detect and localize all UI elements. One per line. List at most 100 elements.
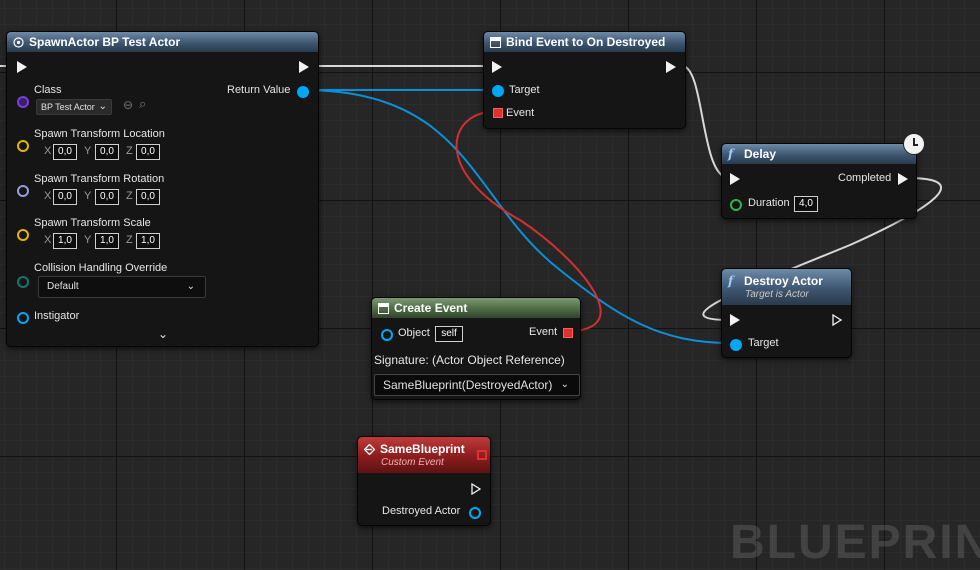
create-event-output-pin[interactable]	[563, 328, 573, 338]
custom-event-delegate-pin[interactable]	[477, 450, 487, 460]
rotation-x-axis: X	[44, 190, 52, 202]
location-y-axis: Y	[84, 145, 92, 157]
destroy-actor-subtitle: Target is Actor	[745, 289, 809, 300]
rotation-y-field[interactable]: 0,0	[95, 189, 119, 205]
function-dropdown[interactable]: SameBlueprint(DestroyedActor) ⌄	[374, 374, 580, 396]
signature-label: Signature: (Actor Object Reference)	[374, 353, 565, 367]
delay-exec-in-pin[interactable]	[730, 173, 740, 185]
custom-event-icon	[363, 443, 376, 455]
rotation-z-axis: Z	[126, 190, 133, 202]
destroy-exec-out-pin[interactable]	[832, 314, 843, 326]
bind-exec-out-pin[interactable]	[666, 61, 676, 73]
rotation-label: Spawn Transform Rotation	[34, 173, 165, 185]
scale-y-field[interactable]: 1,0	[95, 233, 119, 249]
location-z-field[interactable]: 0,0	[136, 144, 160, 160]
location-pin[interactable]	[17, 140, 29, 152]
collision-dropdown-value: Default	[47, 281, 79, 292]
rotation-x-field[interactable]: 0,0	[53, 189, 77, 205]
delay-header[interactable]: f Delay	[722, 144, 916, 164]
location-z-axis: Z	[126, 145, 133, 157]
chevron-down-icon: ⌄	[98, 101, 107, 112]
scale-z-axis: Z	[126, 234, 133, 246]
class-dropdown[interactable]: BP Test Actor ⌄	[36, 99, 112, 115]
collision-dropdown[interactable]: Default ⌄	[38, 276, 206, 298]
function-node-icon	[490, 36, 501, 48]
custom-event-node[interactable]: SameBlueprint Custom Event Destroyed Act…	[357, 436, 491, 526]
rotation-z-field[interactable]: 0,0	[136, 189, 160, 205]
create-event-header[interactable]: Create Event	[372, 298, 580, 318]
spawn-exec-out-pin[interactable]	[299, 61, 309, 73]
use-selected-icon[interactable]: ⊖	[123, 98, 133, 112]
destroyed-actor-pin[interactable]	[469, 507, 481, 519]
delay-title: Delay	[744, 147, 777, 161]
bind-target-pin[interactable]	[492, 85, 504, 97]
custom-event-header[interactable]: SameBlueprint Custom Event	[358, 437, 490, 473]
function-f-icon: f	[728, 273, 734, 288]
instigator-pin[interactable]	[17, 312, 29, 324]
scale-label: Spawn Transform Scale	[34, 217, 151, 229]
destroy-actor-header[interactable]: f Destroy Actor Target is Actor	[722, 269, 851, 305]
custom-event-subtitle: Custom Event	[381, 457, 444, 468]
custom-event-exec-out-pin[interactable]	[471, 483, 482, 495]
scale-z-field[interactable]: 1,0	[136, 233, 160, 249]
class-label: Class	[34, 84, 62, 96]
bind-exec-in-pin[interactable]	[492, 61, 502, 73]
bind-event-label: Event	[506, 107, 535, 119]
custom-event-title: SameBlueprint	[380, 442, 465, 456]
destroy-actor-title: Destroy Actor	[744, 274, 823, 288]
delay-completed-label: Completed	[838, 172, 892, 184]
class-pin[interactable]	[17, 96, 29, 108]
duration-label: Duration	[748, 197, 790, 209]
rotation-pin[interactable]	[17, 185, 29, 197]
create-event-node[interactable]: Create Event Object self Event Signature…	[371, 297, 581, 400]
chevron-down-icon: ⌄	[186, 281, 195, 292]
location-x-field[interactable]: 0,0	[53, 144, 77, 160]
return-value-pin[interactable]	[297, 86, 309, 98]
function-node-icon	[378, 302, 389, 314]
scale-y-axis: Y	[84, 234, 92, 246]
object-pin[interactable]	[381, 329, 393, 341]
latent-clock-icon	[903, 133, 925, 155]
location-y-field[interactable]: 0,0	[95, 144, 119, 160]
bind-event-pin[interactable]	[493, 108, 503, 118]
return-value-label: Return Value	[227, 84, 291, 96]
create-event-output-label: Event	[529, 326, 558, 338]
scale-x-axis: X	[44, 234, 52, 246]
destroy-target-pin[interactable]	[730, 339, 742, 351]
spawn-actor-node[interactable]: SpawnActor BP Test Actor Class BP Test A…	[6, 31, 319, 347]
delay-node[interactable]: f Delay Completed Duration 4,0	[721, 143, 917, 219]
object-label: Object	[398, 327, 430, 339]
bind-event-node[interactable]: Bind Event to On Destroyed Target Event	[483, 31, 686, 129]
function-f-icon: f	[728, 146, 734, 161]
location-x-axis: X	[44, 145, 52, 157]
browse-search-icon[interactable]: ⌕	[139, 96, 146, 112]
duration-field[interactable]: 4,0	[794, 196, 818, 212]
location-label: Spawn Transform Location	[34, 128, 165, 140]
blueprint-watermark: BLUEPRINT	[730, 516, 980, 569]
spawn-actor-header[interactable]: SpawnActor BP Test Actor	[7, 32, 318, 52]
collision-label: Collision Handling Override	[34, 262, 168, 274]
spawn-exec-in-pin[interactable]	[17, 61, 27, 73]
instigator-label: Instigator	[34, 310, 80, 322]
duration-pin[interactable]	[730, 199, 742, 211]
rotation-y-axis: Y	[84, 190, 92, 202]
destroy-target-label: Target	[748, 337, 779, 349]
create-event-title: Create Event	[394, 301, 468, 315]
destroyed-actor-label: Destroyed Actor	[382, 505, 461, 517]
delay-completed-pin[interactable]	[898, 173, 908, 185]
chevron-down-icon: ⌄	[560, 379, 569, 390]
bind-event-title: Bind Event to On Destroyed	[506, 35, 666, 49]
class-dropdown-value: BP Test Actor	[41, 102, 95, 112]
collision-pin[interactable]	[17, 276, 29, 288]
bind-target-label: Target	[509, 84, 540, 96]
function-dropdown-value: SameBlueprint(DestroyedActor)	[383, 378, 553, 392]
destroy-actor-node[interactable]: f Destroy Actor Target is Actor Target	[721, 268, 852, 358]
scale-x-field[interactable]: 1,0	[53, 233, 77, 249]
object-field[interactable]: self	[435, 326, 463, 342]
expand-advanced-icon[interactable]: ⌄	[158, 327, 168, 341]
destroy-exec-in-pin[interactable]	[730, 314, 740, 326]
bind-event-header[interactable]: Bind Event to On Destroyed	[484, 32, 685, 52]
spawn-actor-title: SpawnActor BP Test Actor	[29, 35, 181, 49]
spawn-actor-icon	[13, 36, 24, 48]
scale-pin[interactable]	[17, 229, 29, 241]
